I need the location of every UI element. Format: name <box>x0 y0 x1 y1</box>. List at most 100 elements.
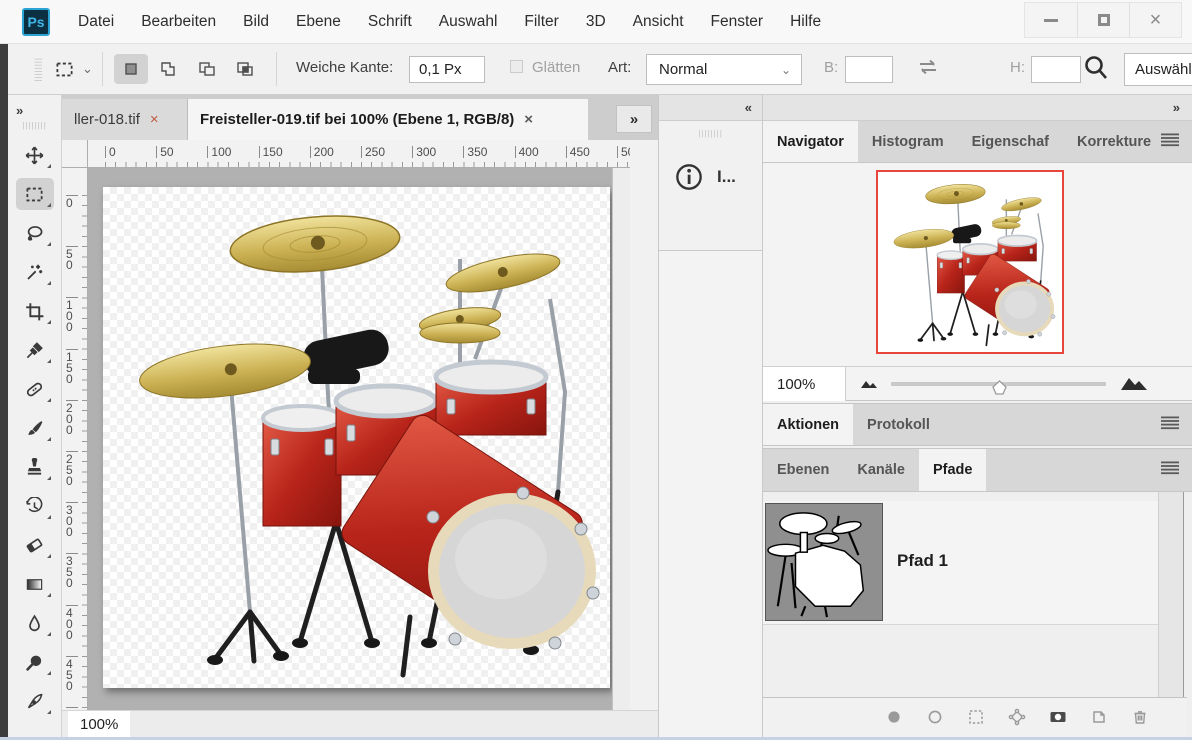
new-selection-button[interactable] <box>114 54 148 84</box>
dock-collapse-icon[interactable]: « <box>659 95 762 121</box>
stroke-path-icon <box>926 708 944 726</box>
tool-crop-button[interactable] <box>16 295 54 327</box>
tool-eraser-button[interactable] <box>16 529 54 561</box>
tool-brush-button[interactable] <box>16 412 54 444</box>
document-tab-018[interactable]: ller-018.tif × <box>62 99 188 140</box>
panel-menu-icon[interactable] <box>1160 461 1180 480</box>
panel-tab-kan-le[interactable]: Kanäle <box>843 449 919 491</box>
panel-menu-icon[interactable] <box>1160 132 1180 151</box>
stroke-path-button[interactable] <box>926 708 944 731</box>
feather-input[interactable]: 0,1 Px <box>409 56 485 83</box>
menu-schrift[interactable]: Schrift <box>368 13 412 31</box>
tool-history-brush-button[interactable] <box>16 490 54 522</box>
info-panel[interactable]: |||||||| I... <box>659 121 762 251</box>
close-icon[interactable]: × <box>150 111 159 128</box>
subtract-selection-button[interactable] <box>190 54 224 84</box>
menu-ansicht[interactable]: Ansicht <box>633 13 684 31</box>
menu-fenster[interactable]: Fenster <box>711 13 764 31</box>
actions-panel-tabs: Aktionen Protokoll <box>763 403 1192 446</box>
tool-quick-selection-button[interactable] <box>16 256 54 288</box>
panel-tab-navigator[interactable]: Navigator <box>763 121 858 162</box>
paths-scrollbar[interactable] <box>1158 492 1184 697</box>
tool-preset-chevron-icon[interactable]: ⌄ <box>82 61 93 77</box>
navigator-panel-tabs: Navigator Histogram Eigenschaf Korrekture <box>763 121 1192 163</box>
zoom-in-icon[interactable] <box>1119 372 1149 392</box>
menu-3d[interactable]: 3D <box>586 13 606 31</box>
path-row[interactable]: Pfad 1 <box>763 501 1179 625</box>
menu-bild[interactable]: Bild <box>243 13 269 31</box>
width-input[interactable] <box>845 56 893 83</box>
panel-tab-eigenschaf[interactable]: Eigenschaf <box>958 121 1063 162</box>
tool-pen-button[interactable] <box>16 685 54 717</box>
menu-ebene[interactable]: Ebene <box>296 13 341 31</box>
navigator-zoom-slider[interactable] <box>891 380 1106 395</box>
tool-spot-healing-button[interactable] <box>16 373 54 405</box>
close-icon[interactable]: × <box>524 111 533 128</box>
menu-auswahl[interactable]: Auswahl <box>439 13 498 31</box>
toolbar-expand-icon[interactable]: » <box>16 103 23 118</box>
eraser-icon <box>25 536 44 555</box>
document-tabstrip: ller-018.tif × Freisteller-019.tif bei 1… <box>62 95 658 140</box>
path-from-selection-button[interactable] <box>1008 708 1026 731</box>
load-selection-icon <box>967 708 985 726</box>
zoom-out-icon[interactable] <box>859 376 879 390</box>
panel-tab-histogram[interactable]: Histogram <box>858 121 958 162</box>
menu-bearbeiten[interactable]: Bearbeiten <box>141 13 216 31</box>
tool-clone-stamp-button[interactable] <box>16 451 54 483</box>
canvas-image[interactable] <box>103 187 610 688</box>
tool-marquee-button[interactable] <box>15 178 54 210</box>
search-icon[interactable] <box>1083 54 1109 87</box>
antialias-checkbox[interactable] <box>510 60 523 73</box>
delete-path-button[interactable] <box>1131 708 1149 731</box>
navigator-zoom-field[interactable]: 100% <box>763 367 846 401</box>
load-selection-button[interactable] <box>967 708 985 731</box>
fill-path-button[interactable] <box>885 708 903 731</box>
panel-tab-ebenen[interactable]: Ebenen <box>763 449 843 491</box>
style-label: Art: <box>608 59 632 76</box>
new-path-button[interactable] <box>1090 708 1108 731</box>
menu-hilfe[interactable]: Hilfe <box>790 13 821 31</box>
tool-preset-icon[interactable] <box>50 55 78 83</box>
height-input[interactable] <box>1031 56 1081 83</box>
panel-tab-pfade[interactable]: Pfade <box>918 449 987 491</box>
tool-dodge-button[interactable] <box>16 646 54 678</box>
panel-dock: » Navigator Histogram Eigenschaf Korrekture… <box>762 95 1192 740</box>
menu-filter[interactable]: Filter <box>524 13 558 31</box>
dock-expand-icon[interactable]: » <box>763 95 1192 121</box>
canvas-pasteboard <box>88 168 630 710</box>
tool-eyedropper-button[interactable] <box>16 334 54 366</box>
document-tab-019[interactable]: Freisteller-019.tif bei 100% (Ebene 1, R… <box>188 99 588 140</box>
panel-tab-aktionen[interactable]: Aktionen <box>763 404 854 445</box>
minimize-icon <box>1044 18 1058 22</box>
slider-thumb[interactable] <box>992 380 1007 395</box>
zoom-level-field[interactable]: 100% <box>68 711 130 737</box>
style-select[interactable]: Normal ⌄ <box>646 54 802 85</box>
minimize-button[interactable] <box>1025 3 1077 37</box>
swap-dimensions-icon[interactable] <box>916 56 940 83</box>
add-selection-button[interactable] <box>152 54 186 84</box>
menu-datei[interactable]: Datei <box>78 13 114 31</box>
fill-path-icon <box>885 708 903 726</box>
add-mask-icon <box>1049 708 1067 726</box>
h-ruler-label: 150 <box>258 146 283 158</box>
move-icon <box>25 146 44 165</box>
close-button[interactable]: × <box>1129 3 1181 37</box>
add-mask-button[interactable] <box>1049 708 1067 731</box>
tool-lasso-button[interactable] <box>16 217 54 249</box>
navigator-proxy-view[interactable] <box>876 170 1064 354</box>
panel-menu-icon[interactable] <box>1160 415 1180 434</box>
panel-tab-korrekture[interactable]: Korrekture <box>1063 121 1165 162</box>
maximize-button[interactable] <box>1077 3 1129 37</box>
select-and-mask-button[interactable]: Auswählen ur <box>1124 53 1192 86</box>
vertical-scrollbar[interactable] <box>612 168 630 710</box>
info-dock: « |||||||| I... <box>658 95 762 740</box>
tab-overflow-icon[interactable]: » <box>616 105 652 133</box>
tool-gradient-button[interactable] <box>16 568 54 600</box>
path-from-selection-icon <box>1008 708 1026 726</box>
tool-blur-button[interactable] <box>16 607 54 639</box>
panel-tab-protokoll[interactable]: Protokoll <box>853 404 944 445</box>
h-ruler-label: 250 <box>361 146 385 158</box>
tool-move-button[interactable] <box>16 139 54 171</box>
v-ruler-label: 350 <box>66 553 78 589</box>
intersect-selection-button[interactable] <box>228 54 262 84</box>
